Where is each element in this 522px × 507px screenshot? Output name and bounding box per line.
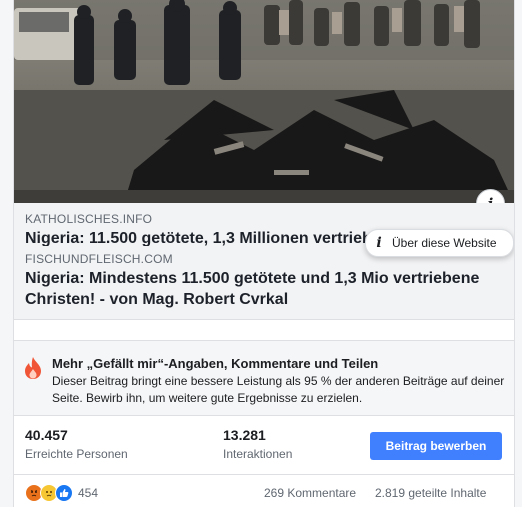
comments-count[interactable]: 269 Kommentare xyxy=(264,486,356,500)
boost-description: Dieser Beitrag bringt eine bessere Leist… xyxy=(52,374,505,405)
like-reaction-icon xyxy=(55,484,73,502)
post-footer: 454 269 Kommentare 2.819 geteilte Inhalt… xyxy=(14,475,514,507)
post-card: i KATHOLISCHES.INFO Nigeria: 11.500 getö… xyxy=(13,0,515,507)
link-title: Nigeria: Mindestens 11.500 getötete und … xyxy=(25,270,480,308)
link-domain: FISCHUNDFLEISCH.COM xyxy=(25,252,173,266)
shares-count[interactable]: 2.819 geteilte Inhalte xyxy=(375,486,486,500)
about-website-tooltip[interactable]: i Über diese Website xyxy=(365,229,514,257)
boost-title: Mehr „Gefällt mir“-Angaben, Kommentare u… xyxy=(52,356,379,371)
info-icon: i xyxy=(376,235,382,251)
engagement-label: Interaktionen xyxy=(223,447,293,461)
reaction-icons[interactable] xyxy=(25,484,73,502)
reach-label: Erreichte Personen xyxy=(25,447,128,461)
flame-icon xyxy=(25,357,41,379)
article-photo[interactable] xyxy=(14,0,514,203)
link-title: Nigeria: 11.500 getötete, 1,3 Millionen … xyxy=(25,230,400,247)
link-preview-main[interactable]: FISCHUNDFLEISCH.COM Nigeria: Mindestens … xyxy=(14,246,514,320)
engagement-stat: 13.281 Interaktionen xyxy=(223,427,292,461)
reach-value: 40.457 xyxy=(25,427,68,443)
reaction-count[interactable]: 454 xyxy=(78,486,98,500)
promote-post-button[interactable]: Beitrag bewerben xyxy=(370,432,502,460)
reach-stat: 40.457 Erreichte Personen xyxy=(25,427,128,461)
tooltip-label: Über diese Website xyxy=(392,236,497,250)
engagement-value: 13.281 xyxy=(223,427,266,443)
boost-suggestion: Mehr „Gefällt mir“-Angaben, Kommentare u… xyxy=(14,341,514,416)
photo-illustration xyxy=(14,0,514,203)
link-domain: KATHOLISCHES.INFO xyxy=(25,212,153,226)
